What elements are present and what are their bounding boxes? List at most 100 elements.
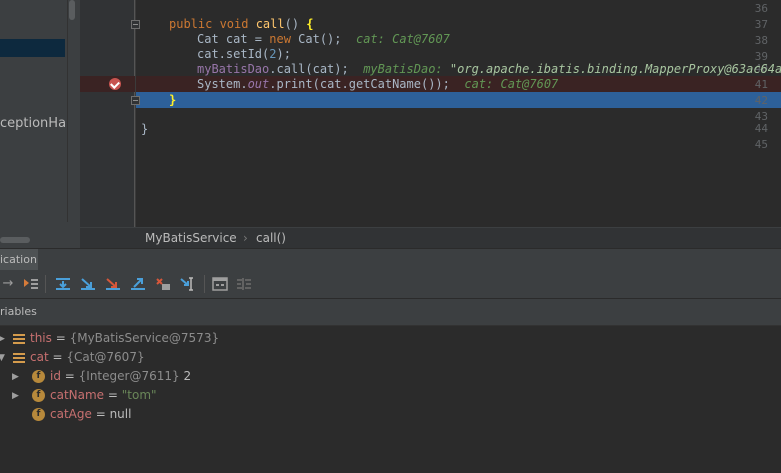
code-token: }	[141, 122, 149, 136]
drop-frame-icon[interactable]	[155, 277, 171, 291]
step-over-icon[interactable]	[55, 277, 71, 291]
execution-line-highlight	[135, 92, 781, 108]
code-token: Cat();	[298, 32, 342, 46]
code-line-37[interactable]: public void call() {	[169, 16, 314, 32]
expand-arrow-icon[interactable]: ▶	[12, 391, 19, 401]
code-token: cat.setId(	[197, 47, 270, 61]
code-token: public	[169, 17, 220, 31]
editor-gutter[interactable]	[80, 0, 135, 227]
expand-arrow-icon[interactable]: ▶	[12, 372, 19, 382]
variables-header: riables	[0, 299, 781, 326]
line-number: 36	[754, 2, 768, 15]
variable-name: catName	[50, 388, 105, 402]
breadcrumb: MyBatisService › call()	[80, 227, 781, 249]
breakpoint-icon[interactable]	[109, 78, 121, 90]
variable-row[interactable]: this = {MyBatisService@7573}	[13, 329, 219, 348]
toolbar-separator	[45, 275, 46, 293]
variables-panel[interactable]: ▶ this = {MyBatisService@7573} ▼ cat = {…	[0, 326, 781, 473]
variable-value: "tom"	[121, 388, 157, 402]
variable-type: {Integer@7611}	[78, 369, 180, 383]
project-scroll-thumb[interactable]	[69, 0, 75, 20]
collapse-arrow-icon[interactable]: ▼	[0, 353, 5, 363]
line-number: 38	[754, 34, 768, 47]
variable-equals: =	[48, 350, 67, 364]
indent-guide	[135, 0, 136, 227]
line-number: 45	[754, 138, 768, 151]
line-number: 44	[754, 122, 768, 135]
code-token: {	[306, 17, 314, 31]
code-token: new	[269, 32, 299, 46]
code-line-42[interactable]: }	[169, 92, 176, 108]
evaluate-expression-icon[interactable]	[212, 277, 228, 291]
project-tree-item[interactable]: ceptionHa	[0, 116, 66, 131]
expand-arrow-icon[interactable]: ▶	[0, 334, 5, 344]
project-tree-selected-row[interactable]	[0, 39, 65, 57]
code-line-40[interactable]: myBatisDao.call(cat); myBatisDao: "org.a…	[197, 61, 781, 77]
code-token: out	[247, 77, 270, 91]
project-vertical-scrollbar[interactable]	[67, 0, 78, 222]
variable-row[interactable]: cat = {Cat@7607}	[13, 348, 145, 367]
code-token: myBatisDao	[197, 62, 270, 76]
variable-value: 2	[179, 369, 192, 383]
code-token: call	[255, 17, 285, 31]
inline-debug-value: cat: Cat@7607	[464, 77, 559, 91]
code-line-41[interactable]: System.out.print(cat.getCatName()); cat:…	[197, 76, 558, 92]
line-number: 41	[754, 78, 768, 91]
code-token: .print(cat.getCatName());	[269, 77, 450, 91]
variable-row[interactable]: f catName = "tom"	[32, 386, 157, 405]
variable-type: {MyBatisService@7573}	[69, 331, 220, 345]
project-panel: ceptionHa	[0, 0, 80, 248]
breadcrumb-method[interactable]: call()	[256, 231, 286, 245]
code-token: System.	[197, 77, 248, 91]
step-into-icon[interactable]	[80, 277, 96, 291]
variable-name: cat	[30, 350, 49, 364]
variable-name: this	[30, 331, 52, 345]
field-icon: f	[32, 370, 45, 383]
code-editor[interactable]: 36 37 38 39 40 41 42 43 44 45 public voi…	[80, 0, 781, 227]
debug-session-tab[interactable]: ication	[0, 249, 38, 271]
code-line-39[interactable]: cat.setId(2);	[197, 46, 291, 62]
code-token: }	[169, 93, 177, 107]
inline-debug-value: cat: Cat@7607	[355, 32, 450, 46]
variable-value: null	[109, 407, 132, 421]
variable-name: catAge	[50, 407, 92, 421]
inline-debug-value: "org.apache.ibatis.binding.MapperProxy@6…	[449, 62, 781, 76]
fold-collapse-icon[interactable]	[131, 20, 140, 29]
toolbar-separator	[204, 275, 205, 293]
object-icon	[13, 333, 25, 344]
breadcrumb-class[interactable]: MyBatisService	[145, 231, 237, 245]
variable-type: {Cat@7607}	[66, 350, 145, 364]
variable-name: id	[50, 369, 61, 383]
run-to-cursor-icon[interactable]	[180, 277, 196, 291]
code-line-38[interactable]: Cat cat = new Cat(); cat: Cat@7607	[197, 31, 450, 47]
code-token: );	[276, 47, 291, 61]
code-token: ()	[284, 17, 307, 31]
breadcrumb-separator: ›	[243, 231, 248, 245]
variable-equals: =	[104, 388, 122, 402]
inline-debug-name: myBatisDao:	[363, 62, 450, 76]
line-number: 37	[754, 18, 768, 31]
object-icon	[13, 352, 25, 363]
step-out-icon[interactable]	[130, 277, 146, 291]
variable-row[interactable]: f id = {Integer@7611} 2	[32, 367, 191, 386]
line-number: 42	[754, 94, 768, 107]
layout-arrow-icon[interactable]: →	[0, 277, 16, 291]
show-execution-point-icon[interactable]	[23, 277, 39, 291]
code-line-44[interactable]: }	[141, 121, 148, 137]
variable-row[interactable]: f catAge = null	[32, 405, 131, 424]
code-token: Cat cat =	[197, 32, 270, 46]
debug-toolbar: →	[0, 270, 781, 299]
trace-current-stream-icon[interactable]	[236, 277, 252, 291]
variable-equals: =	[60, 369, 79, 383]
fold-collapse-icon[interactable]	[131, 96, 140, 105]
code-token: .call(cat);	[269, 62, 349, 76]
variables-title: riables	[0, 305, 37, 318]
debug-tool-window-header: ication	[0, 248, 781, 271]
code-token: void	[219, 17, 256, 31]
field-icon: f	[32, 408, 45, 421]
force-step-into-icon[interactable]	[105, 277, 121, 291]
project-horizontal-scrollbar[interactable]	[0, 237, 30, 243]
variable-equals: =	[91, 407, 110, 421]
variable-equals: =	[51, 331, 70, 345]
field-icon: f	[32, 389, 45, 402]
